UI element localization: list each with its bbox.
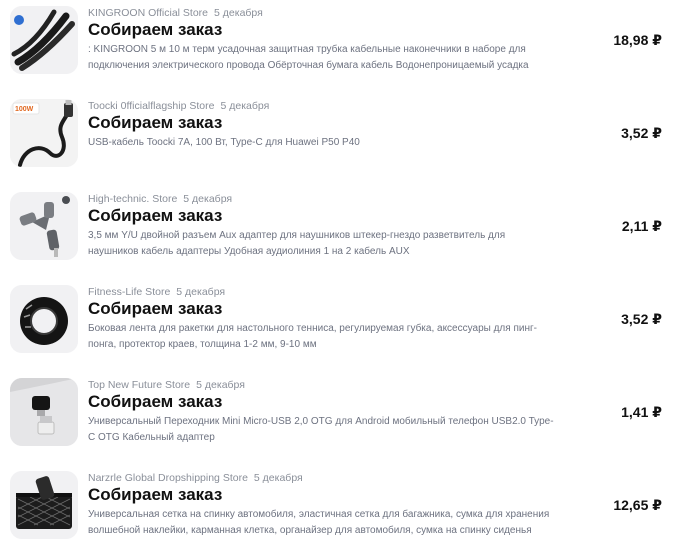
product-description[interactable]: : KINGROON 5 м 10 м терм усадочная защит… xyxy=(88,42,558,74)
product-description[interactable]: Боковая лента для ракетки для настольног… xyxy=(88,321,558,353)
order-status: Собираем заказ xyxy=(88,485,223,504)
order-row[interactable]: 100W Toocki 0fficialflagship Store 5 дека… xyxy=(0,99,680,177)
store-name[interactable]: Top New Future Store xyxy=(88,379,190,391)
product-thumbnail[interactable] xyxy=(10,378,78,446)
product-description[interactable]: Универсальный Переходник Mini Micro-USB … xyxy=(88,414,558,446)
thumb-label: 100W xyxy=(15,106,34,113)
order-price: 1,41 ₽ xyxy=(621,404,662,420)
order-date: 5 декабря xyxy=(220,100,270,112)
order-row[interactable]: Top New Future Store 5 декабря Собираем з… xyxy=(0,378,680,456)
product-description[interactable]: 3,5 мм Y/U двойной разъем Aux адаптер дл… xyxy=(88,228,558,260)
product-description[interactable]: USB-кабель Toocki 7A, 100 Вт, Type-C для… xyxy=(88,135,558,151)
audio-splitter-icon xyxy=(10,192,78,260)
order-price: 3,52 ₽ xyxy=(621,311,662,327)
order-meta: Fitness-Life Store 5 декабря xyxy=(88,285,225,299)
product-thumbnail[interactable] xyxy=(10,6,78,74)
store-name[interactable]: KINGROON Official Store xyxy=(88,7,208,19)
product-thumbnail[interactable] xyxy=(10,192,78,260)
order-meta: High-technic. Store 5 декабря xyxy=(88,192,232,206)
order-status: Собираем заказ xyxy=(88,20,223,39)
order-date: 5 декабря xyxy=(214,7,263,19)
product-thumbnail[interactable]: 100W xyxy=(10,99,78,167)
edge-tape-roll-icon xyxy=(10,285,78,353)
order-date: 5 декабря xyxy=(176,286,226,298)
order-row[interactable]: Narzrle Global Dropshipping Store 5 декаб… xyxy=(0,471,680,545)
order-date: 5 декабря xyxy=(253,472,303,484)
order-row[interactable]: Fitness-Life Store 5 декабря Собираем зак… xyxy=(0,285,680,363)
order-status: Собираем заказ xyxy=(88,299,223,318)
order-meta: Top New Future Store 5 декабря xyxy=(88,378,245,392)
order-meta: KINGROON Official Store 5 декабря xyxy=(88,6,263,20)
order-price: 3,52 ₽ xyxy=(621,125,662,141)
store-name[interactable]: High-technic. Store xyxy=(88,193,177,205)
order-date: 5 декабря xyxy=(196,379,245,391)
order-price: 12,65 ₽ xyxy=(613,497,662,513)
store-name[interactable]: Toocki 0fficialflagship Store xyxy=(88,100,214,112)
order-row[interactable]: KINGROON Official Store 5 декабря Собирае… xyxy=(0,6,680,84)
otg-adapter-icon xyxy=(10,378,78,446)
product-thumbnail[interactable] xyxy=(10,285,78,353)
heat-shrink-tube-icon xyxy=(10,6,78,74)
order-date: 5 декабря xyxy=(183,193,233,205)
store-name[interactable]: Fitness-Life Store xyxy=(88,286,170,298)
order-meta: Narzrle Global Dropshipping Store 5 декаб… xyxy=(88,471,303,485)
product-thumbnail[interactable] xyxy=(10,471,78,539)
order-price: 2,11 ₽ xyxy=(621,218,662,234)
product-description[interactable]: Универсальная сетка на спинку автомобиля… xyxy=(88,507,558,539)
order-price: 18,98 ₽ xyxy=(613,32,662,48)
order-status: Собираем заказ xyxy=(88,113,223,132)
order-meta: Toocki 0fficialflagship Store 5 декабря xyxy=(88,99,269,113)
order-row[interactable]: High-technic. Store 5 декабря Собираем за… xyxy=(0,192,680,270)
store-name[interactable]: Narzrle Global Dropshipping Store xyxy=(88,472,248,484)
order-status: Собираем заказ xyxy=(88,206,223,225)
car-net-pocket-icon xyxy=(10,471,78,539)
order-status: Собираем заказ xyxy=(88,392,223,411)
usb-cable-icon: 100W xyxy=(10,99,78,167)
